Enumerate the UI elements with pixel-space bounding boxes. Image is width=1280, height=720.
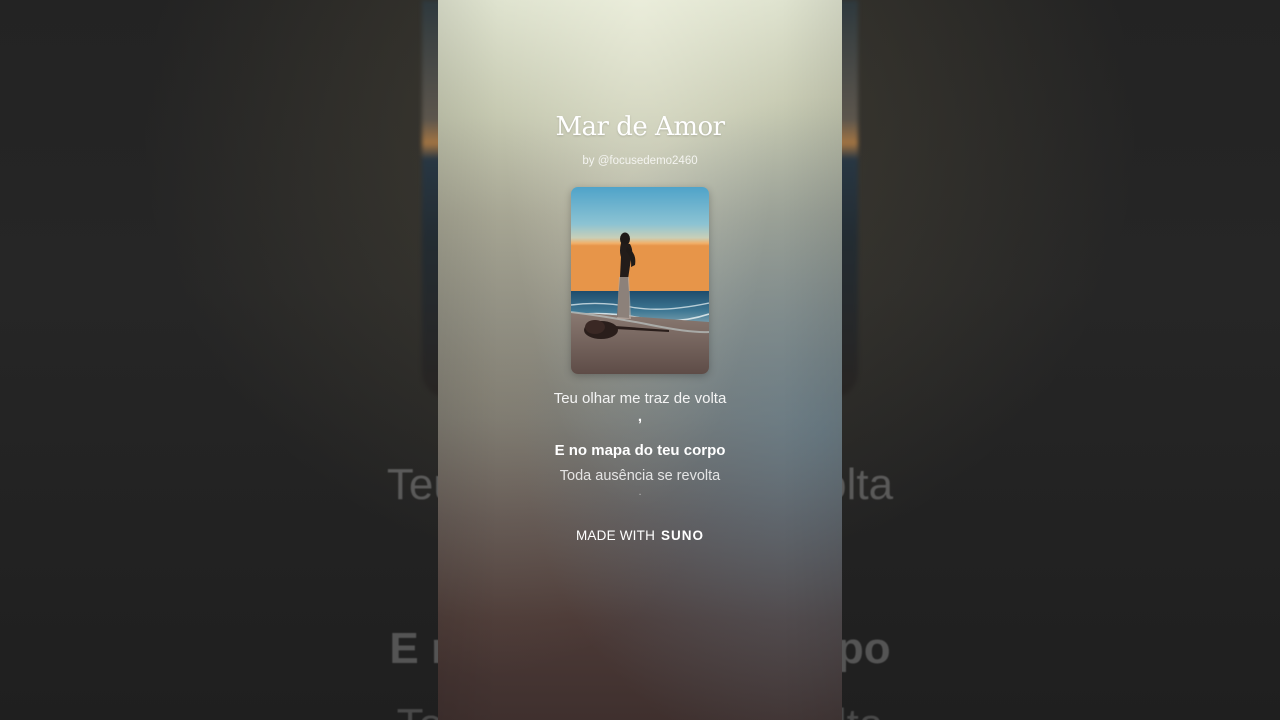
made-with-suno-badge: MADE WITH SUNO: [438, 528, 842, 543]
beach-sunset-icon: [571, 187, 709, 374]
song-author: by @focusedemo2460: [582, 155, 698, 167]
lyric-next-punctuation: .: [638, 486, 642, 498]
video-frame: Teu olhar me traz de volta E no mapa do …: [0, 0, 1280, 720]
suno-logo: SUNO: [660, 528, 704, 543]
lyric-current-line: E no mapa do teu corpo: [554, 442, 726, 459]
lyric-previous-punctuation: ,: [637, 408, 643, 425]
made-with-label: MADE WITH: [575, 528, 656, 543]
song-title: Mar de Amor: [555, 112, 725, 142]
vertical-video-panel: Mar de Amor by @focusedemo2460 Teu olhar…: [438, 0, 842, 720]
lyric-next-line: Toda ausência se revolta: [559, 468, 721, 484]
lyric-previous-line: Teu olhar me traz de volta: [553, 390, 727, 407]
album-cover-image: [571, 187, 709, 374]
